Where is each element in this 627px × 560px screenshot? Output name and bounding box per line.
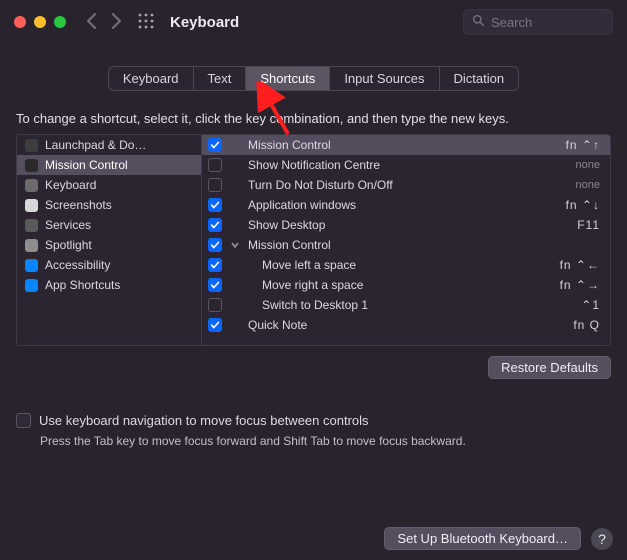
keyboard-nav-option: Use keyboard navigation to move focus be… <box>16 413 611 428</box>
show-all-prefs-icon[interactable] <box>138 13 154 32</box>
search-box[interactable] <box>463 9 613 35</box>
restore-defaults-button[interactable]: Restore Defaults <box>488 356 611 379</box>
sidebar-item-label: Services <box>45 218 91 232</box>
shortcut-row[interactable]: Mission Control <box>202 235 610 255</box>
shortcut-keys[interactable]: none <box>544 159 600 171</box>
sidebar-item[interactable]: Launchpad & Do… <box>17 135 201 155</box>
forward-button[interactable] <box>111 13 122 32</box>
shortcut-row[interactable]: Move right a space fn ⌃→ <box>202 275 610 295</box>
zoom-window-button[interactable] <box>54 16 66 28</box>
sidebar-item-icon <box>23 158 39 172</box>
sidebar-item[interactable]: Keyboard <box>17 175 201 195</box>
shortcut-checkbox[interactable] <box>208 198 222 212</box>
shortcut-keys[interactable]: fn ⌃↓ <box>544 198 600 212</box>
sidebar-item-icon <box>23 258 39 272</box>
tab-shortcuts[interactable]: Shortcuts <box>246 67 330 90</box>
sidebar-item[interactable]: Accessibility <box>17 255 201 275</box>
shortcut-row[interactable]: Quick Note fn Q <box>202 315 610 335</box>
search-icon <box>472 14 485 30</box>
shortcut-checkbox[interactable] <box>208 218 222 232</box>
shortcut-checkbox[interactable] <box>208 138 222 152</box>
shortcut-keys[interactable]: fn ⌃↑ <box>544 138 600 152</box>
sidebar-item[interactable]: Spotlight <box>17 235 201 255</box>
shortcut-checkbox[interactable] <box>208 318 222 332</box>
sidebar-item[interactable]: Mission Control <box>17 155 201 175</box>
instruction-text: To change a shortcut, select it, click t… <box>16 111 611 126</box>
sidebar-item-label: Screenshots <box>45 198 112 212</box>
shortcut-row[interactable]: Switch to Desktop 1 ⌃1 <box>202 295 610 315</box>
shortcut-row[interactable]: Show Desktop F11 <box>202 215 610 235</box>
minimize-window-button[interactable] <box>34 16 46 28</box>
tab-segmented-control[interactable]: KeyboardTextShortcutsInput SourcesDictat… <box>108 66 519 91</box>
shortcut-label: Switch to Desktop 1 <box>248 298 536 312</box>
sidebar-item-label: Launchpad & Do… <box>45 138 146 152</box>
shortcut-checkbox[interactable] <box>208 298 222 312</box>
window-controls <box>14 16 66 28</box>
main-panes: Launchpad & Do… Mission Control Keyboard Sc… <box>16 134 611 346</box>
keyboard-nav-label: Use keyboard navigation to move focus be… <box>39 413 369 428</box>
shortcut-row[interactable]: Show Notification Centre none <box>202 155 610 175</box>
sidebar-item-icon <box>23 218 39 232</box>
sidebar-item-icon <box>23 138 39 152</box>
sidebar-item-icon <box>23 178 39 192</box>
shortcut-checkbox[interactable] <box>208 258 222 272</box>
shortcut-keys[interactable]: ⌃1 <box>544 298 600 312</box>
tab-keyboard[interactable]: Keyboard <box>109 67 194 90</box>
shortcut-label: Mission Control <box>248 138 536 152</box>
shortcut-label: Move left a space <box>248 258 536 272</box>
shortcut-keys[interactable]: fn ⌃← <box>544 258 600 272</box>
keyboard-nav-checkbox[interactable] <box>16 413 31 428</box>
shortcut-row[interactable]: Mission Control fn ⌃↑ <box>202 135 610 155</box>
shortcut-checkbox[interactable] <box>208 278 222 292</box>
sidebar-item[interactable]: Screenshots <box>17 195 201 215</box>
disclosure-icon[interactable] <box>230 241 240 249</box>
shortcut-keys[interactable]: fn Q <box>544 318 600 332</box>
tab-text[interactable]: Text <box>194 67 247 90</box>
search-input[interactable] <box>491 15 604 30</box>
shortcut-row[interactable]: Application windows fn ⌃↓ <box>202 195 610 215</box>
tab-dictation[interactable]: Dictation <box>440 67 519 90</box>
shortcut-label: Show Desktop <box>248 218 536 232</box>
sidebar-item-icon <box>23 198 39 212</box>
window-title: Keyboard <box>170 14 453 31</box>
shortcuts-list[interactable]: Mission Control fn ⌃↑ Show Notification Ce… <box>202 134 611 346</box>
nav-arrows <box>86 13 122 32</box>
shortcut-checkbox[interactable] <box>208 178 222 192</box>
shortcut-row[interactable]: Turn Do Not Disturb On/Off none <box>202 175 610 195</box>
shortcut-label: Move right a space <box>248 278 536 292</box>
shortcut-checkbox[interactable] <box>208 238 222 252</box>
setup-bluetooth-button[interactable]: Set Up Bluetooth Keyboard… <box>384 527 581 550</box>
footer: Set Up Bluetooth Keyboard… ? <box>384 527 613 550</box>
shortcut-checkbox[interactable] <box>208 158 222 172</box>
shortcut-label: Mission Control <box>248 238 536 252</box>
sidebar-item-label: Spotlight <box>45 238 92 252</box>
titlebar: Keyboard <box>0 0 627 44</box>
sidebar-item[interactable]: Services <box>17 215 201 235</box>
sidebar-item-icon <box>23 238 39 252</box>
tabs-row: KeyboardTextShortcutsInput SourcesDictat… <box>0 66 627 91</box>
shortcut-label: Quick Note <box>248 318 536 332</box>
sidebar-item-label: Keyboard <box>45 178 96 192</box>
tab-input-sources[interactable]: Input Sources <box>330 67 439 90</box>
sidebar-item[interactable]: App Shortcuts <box>17 275 201 295</box>
shortcut-keys[interactable]: none <box>544 179 600 191</box>
keyboard-nav-hint: Press the Tab key to move focus forward … <box>40 434 611 448</box>
shortcut-row[interactable]: Move left a space fn ⌃← <box>202 255 610 275</box>
back-button[interactable] <box>86 13 97 32</box>
shortcut-keys[interactable]: fn ⌃→ <box>544 278 600 292</box>
category-sidebar[interactable]: Launchpad & Do… Mission Control Keyboard Sc… <box>16 134 202 346</box>
shortcut-keys[interactable]: F11 <box>544 218 600 232</box>
close-window-button[interactable] <box>14 16 26 28</box>
sidebar-item-label: Mission Control <box>45 158 128 172</box>
shortcut-label: Turn Do Not Disturb On/Off <box>248 178 536 192</box>
sidebar-item-label: Accessibility <box>45 258 110 272</box>
sidebar-item-label: App Shortcuts <box>45 278 120 292</box>
shortcut-label: Show Notification Centre <box>248 158 536 172</box>
shortcut-label: Application windows <box>248 198 536 212</box>
help-button[interactable]: ? <box>591 528 613 550</box>
sidebar-item-icon <box>23 278 39 292</box>
